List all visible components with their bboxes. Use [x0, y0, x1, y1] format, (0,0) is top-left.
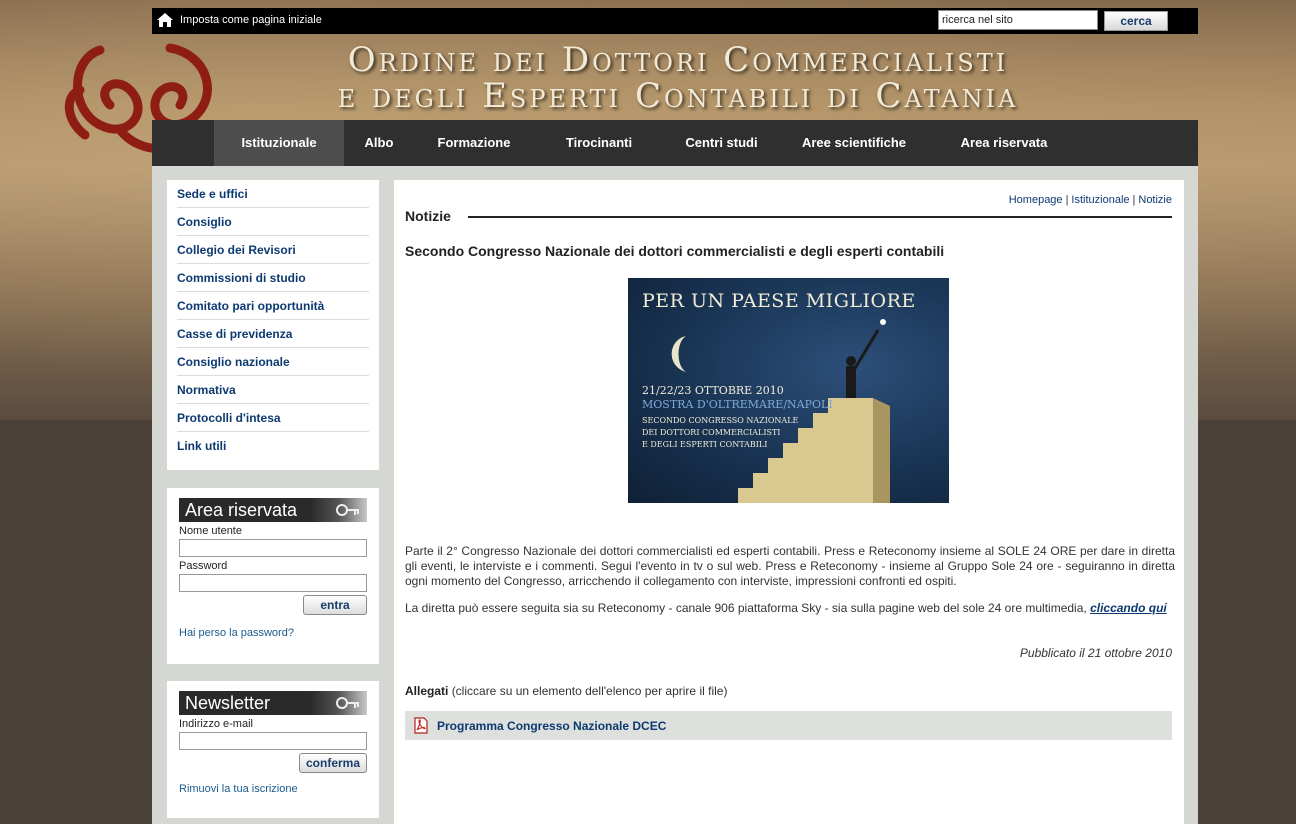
poster-subtitle-line2: DEI DOTTORI COMMERCIALISTI [642, 428, 781, 437]
sidebar-item-protocolli-intesa[interactable]: Protocolli d'intesa [177, 404, 369, 432]
main-navigation: Istituzionale Albo Formazione Tirocinant… [152, 120, 1198, 166]
set-homepage-link[interactable]: Imposta come pagina iniziale [180, 14, 322, 26]
nav-area-riservata[interactable]: Area riservata [929, 120, 1079, 166]
breadcrumb: Homepage | Istituzionale | Notizie [1008, 194, 1172, 206]
username-field[interactable] [179, 539, 367, 557]
section-title: Notizie [405, 208, 451, 224]
sidebar-item-collegio-revisori[interactable]: Collegio dei Revisori [177, 236, 369, 264]
login-box: Area riservata Nome utente Password entr… [167, 488, 379, 664]
sidebar-item-commissioni-studio[interactable]: Commissioni di studio [177, 264, 369, 292]
attachments-heading-note: (cliccare su un elemento dell'elenco per… [451, 684, 728, 698]
newsletter-confirm-button[interactable]: conferma [299, 753, 367, 773]
login-box-title-text: Area riservata [185, 500, 298, 520]
newsletter-box: Newsletter Indirizzo e-mail conferma Rim… [167, 681, 379, 818]
attachment-item[interactable]: Programma Congresso Nazionale DCEC [405, 711, 1172, 740]
key-icon [336, 697, 359, 709]
cliccando-qui-link[interactable]: cliccando qui [1090, 601, 1167, 615]
poster-place: MOSTRA D'OLTREMARE/NAPOLI [642, 398, 833, 411]
sidebar-item-casse-previdenza[interactable]: Casse di previdenza [177, 320, 369, 348]
article-title: Secondo Congresso Nazionale dei dottori … [405, 243, 945, 259]
article-paragraph-1: Parte il 2° Congresso Nazionale dei dott… [405, 544, 1175, 588]
poster-dates: 21/22/23 OTTOBRE 2010 [642, 384, 784, 397]
top-utility-bar: Imposta come pagina iniziale cerca [152, 8, 1198, 34]
password-field[interactable] [179, 574, 367, 592]
sidebar-menu: Sede e uffici Consiglio Collegio dei Rev… [167, 180, 379, 470]
poster-subtitle: SECONDO CONGRESSO NAZIONALE DEI DOTTORI … [642, 415, 812, 451]
article-paragraph-2: La diretta può essere seguita sia su Ret… [405, 601, 1175, 616]
poster-subtitle-line1: SECONDO CONGRESSO NAZIONALE [642, 416, 799, 425]
nav-formazione[interactable]: Formazione [414, 120, 534, 166]
main-content: Homepage | Istituzionale | Notizie Notizie S… [394, 180, 1184, 824]
article-paragraph-2-text: La diretta può essere seguita sia su Ret… [405, 601, 1087, 615]
nav-istituzionale[interactable]: Istituzionale [214, 120, 344, 166]
email-field[interactable] [179, 732, 367, 750]
login-button[interactable]: entra [303, 595, 367, 615]
breadcrumb-notizie[interactable]: Notizie [1138, 194, 1172, 206]
unsubscribe-link[interactable]: Rimuovi la tua iscrizione [179, 783, 367, 795]
sidebar-item-consiglio-nazionale[interactable]: Consiglio nazionale [177, 348, 369, 376]
sidebar-item-sede-uffici[interactable]: Sede e uffici [177, 180, 369, 208]
key-icon [336, 504, 359, 516]
forgot-password-link[interactable]: Hai perso la password? [179, 627, 367, 639]
attachment-label[interactable]: Programma Congresso Nazionale DCEC [437, 719, 666, 733]
newsletter-box-title-text: Newsletter [185, 693, 271, 713]
section-divider [468, 216, 1172, 218]
site-title: Ordine dei Dottori Commercialisti e degl… [0, 42, 1296, 114]
attachments-heading-label: Allegati [405, 684, 449, 698]
site-title-line2: e degli Esperti Contabili di Catania [337, 76, 1019, 116]
nav-centri-studi[interactable]: Centri studi [664, 120, 779, 166]
site-search-input[interactable] [938, 10, 1098, 30]
nav-tirocinanti[interactable]: Tirocinanti [534, 120, 664, 166]
nav-aree-scientifiche[interactable]: Aree scientifiche [779, 120, 929, 166]
password-label: Password [179, 560, 228, 572]
nav-albo[interactable]: Albo [344, 120, 414, 166]
username-label: Nome utente [179, 525, 242, 537]
login-box-title: Area riservata [179, 498, 367, 522]
sidebar-item-link-utili[interactable]: Link utili [177, 432, 369, 460]
search-button[interactable]: cerca [1104, 11, 1168, 31]
breadcrumb-homepage[interactable]: Homepage [1009, 194, 1063, 206]
home-icon[interactable] [156, 12, 174, 28]
email-label: Indirizzo e-mail [179, 718, 253, 730]
site-title-line1: Ordine dei Dottori Commercialisti [347, 40, 1009, 80]
congress-poster: PER UN PAESE MIGLIORE 21/22/23 OTTOBRE 2… [628, 278, 949, 503]
pdf-icon [414, 717, 428, 734]
newsletter-box-title: Newsletter [179, 691, 367, 715]
sidebar-item-comitato-pari-opportunita[interactable]: Comitato pari opportunità [177, 292, 369, 320]
breadcrumb-istituzionale[interactable]: Istituzionale [1071, 194, 1129, 206]
poster-headline: PER UN PAESE MIGLIORE [642, 290, 916, 312]
sidebar-item-consiglio[interactable]: Consiglio [177, 208, 369, 236]
attachments-heading: Allegati (cliccare su un elemento dell'e… [405, 684, 727, 698]
publish-date: Pubblicato il 21 ottobre 2010 [1019, 646, 1172, 660]
poster-subtitle-line3: E DEGLI ESPERTI CONTABILI [642, 440, 768, 449]
sidebar-item-normativa[interactable]: Normativa [177, 376, 369, 404]
